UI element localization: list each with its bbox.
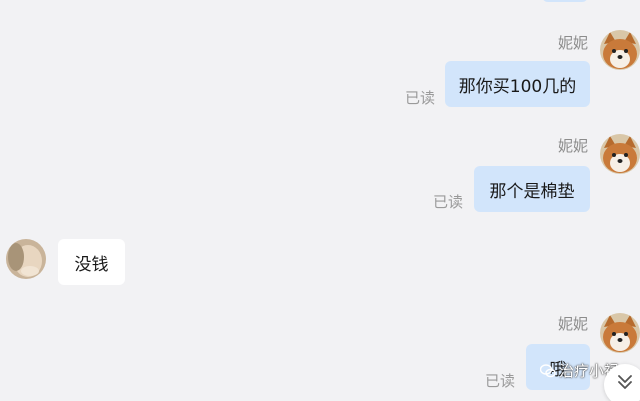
read-status: 已读 [485,372,516,390]
read-status: 已读 [433,193,464,211]
message-bubble[interactable]: 那你买100几的 [445,61,590,107]
message-text: 没钱 [74,254,109,275]
message-text: 那你买100几的 [458,76,577,97]
double-chevron-down-icon [618,375,632,389]
scroll-to-bottom-button[interactable] [604,364,640,401]
sender-name: 妮妮 [558,315,589,333]
blurred-photo-avatar[interactable] [6,239,46,279]
chat-window[interactable]: 妮妮 那你买100几的 已读 妮妮 那个是棉垫 已读 没钱 妮妮 哦 已读 治疗… [0,0,640,401]
message-text: 那个是棉垫 [489,181,575,202]
sender-name: 妮妮 [558,34,589,52]
previous-message-bubble[interactable] [542,0,588,2]
shiba-dog-avatar[interactable] [600,30,640,70]
message-bubble[interactable]: 那个是棉垫 [474,166,590,212]
wechat-logo-icon [540,363,556,377]
sender-name: 妮妮 [558,137,589,155]
read-status: 已读 [405,89,436,107]
shiba-dog-avatar[interactable] [600,134,640,174]
shiba-dog-avatar[interactable] [600,313,640,353]
message-bubble[interactable]: 没钱 [58,239,125,285]
